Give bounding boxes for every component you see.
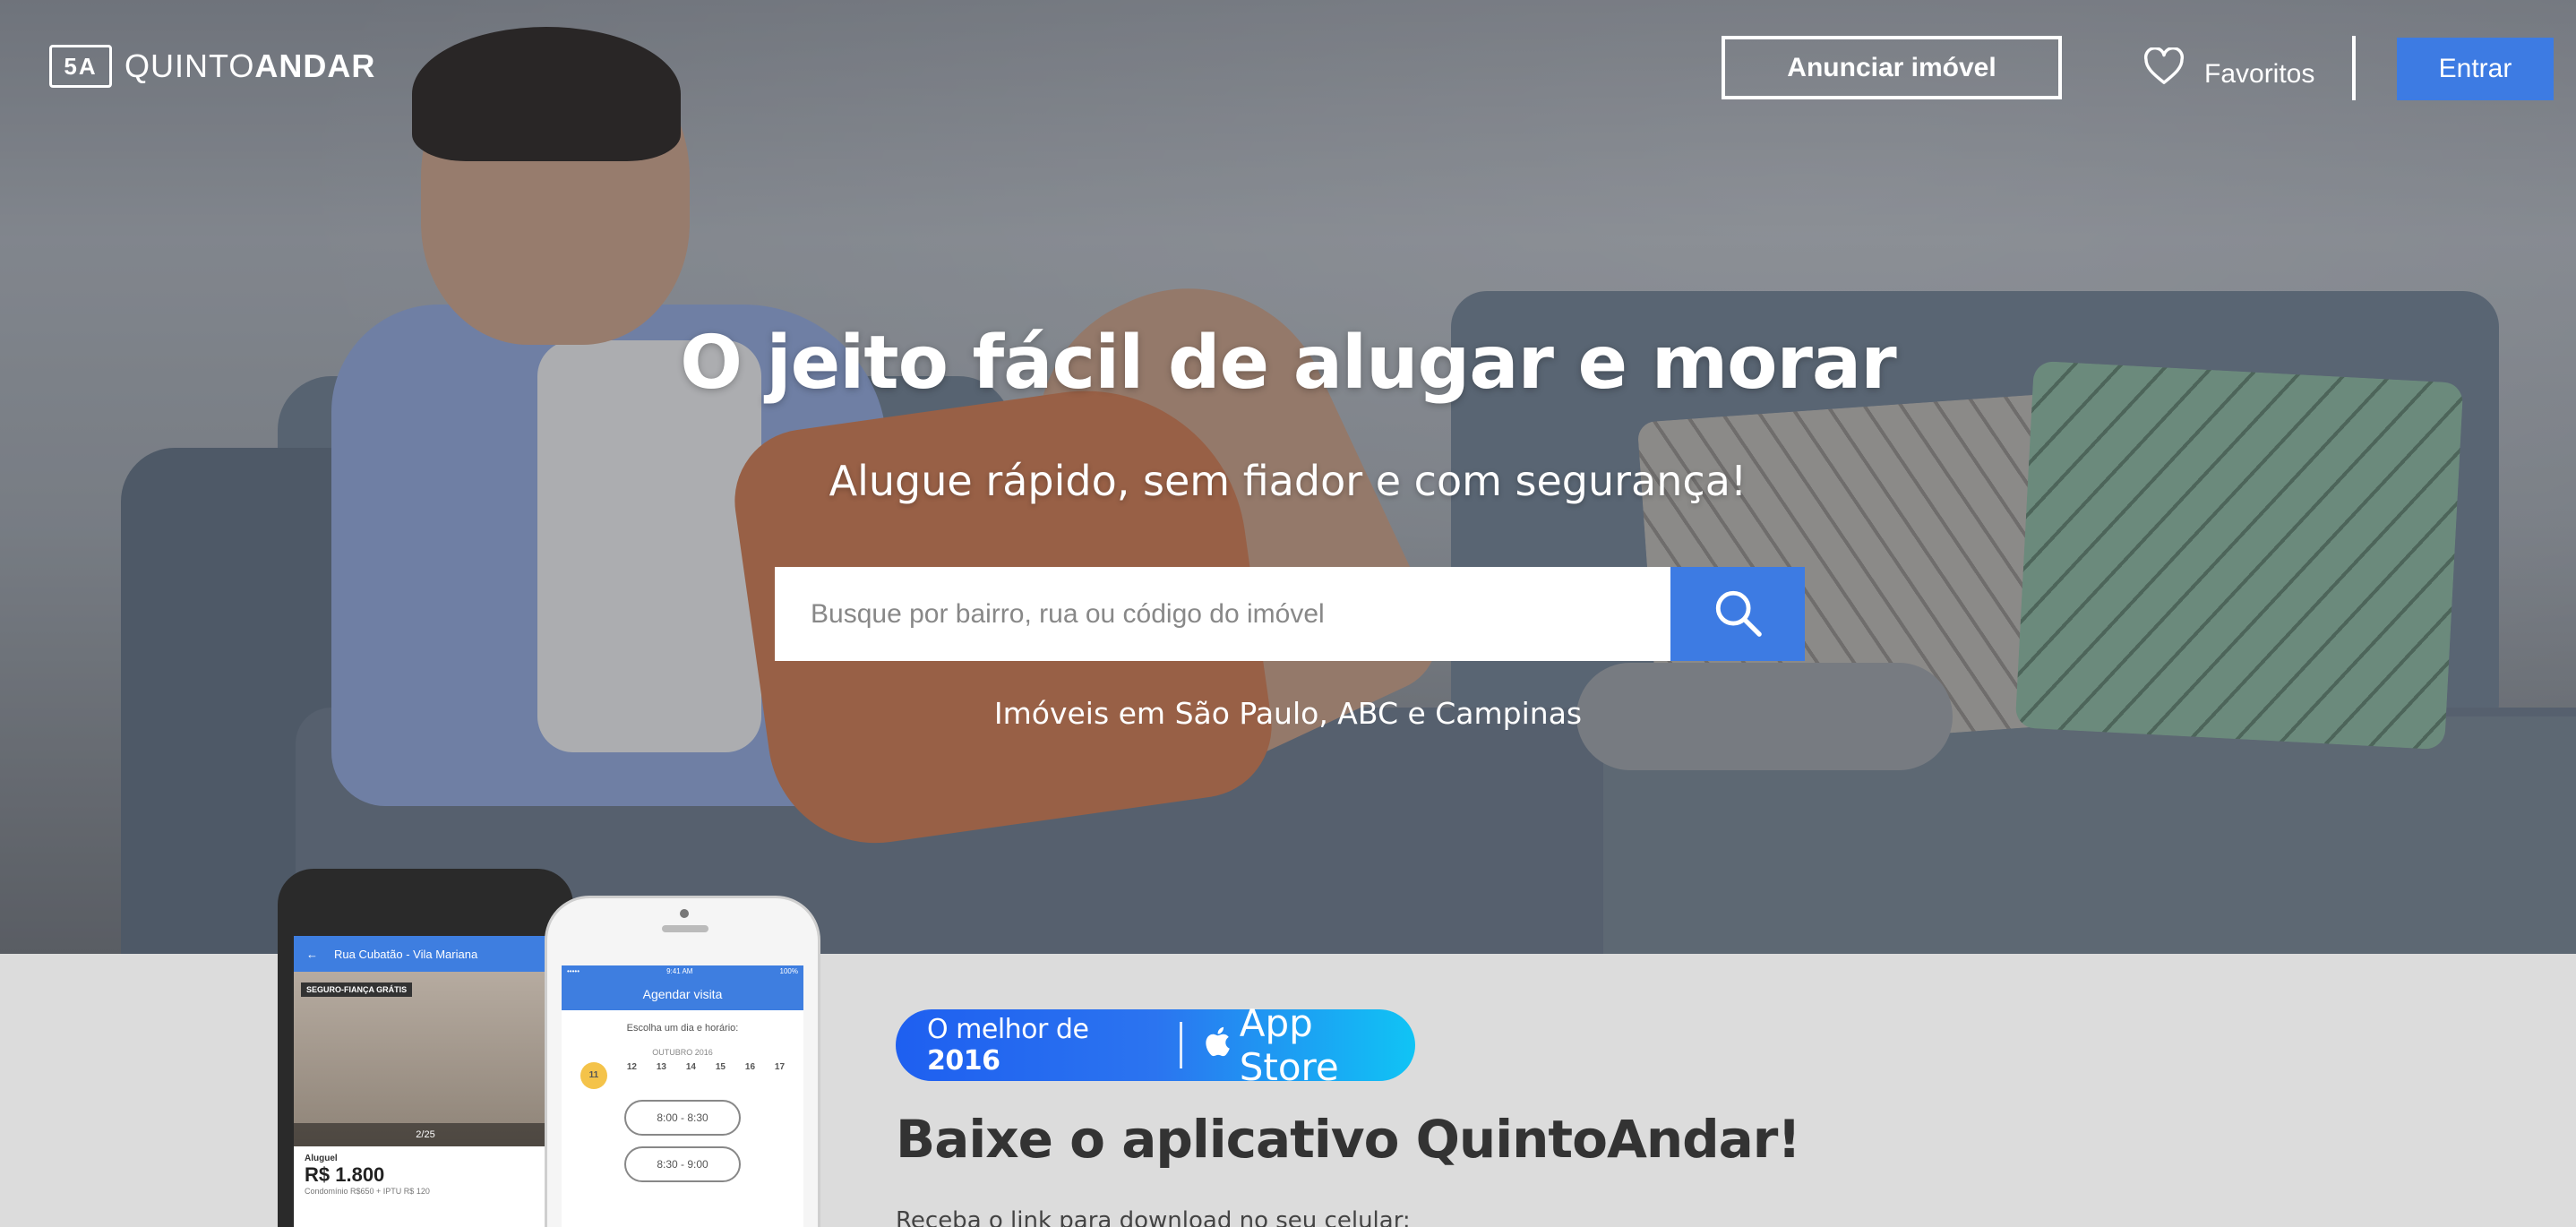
- app-title-bold: aplicativo QuintoAndar!: [1121, 1109, 1801, 1170]
- badge-year: 2016: [927, 1045, 1000, 1077]
- ios-days-row: 11 12 13 14 15 16 17: [562, 1057, 803, 1089]
- ios-time: 9:41 AM: [666, 967, 693, 975]
- badge-store: App Store: [1202, 1001, 1415, 1089]
- badge-divider: [1179, 1022, 1182, 1068]
- photo-pager: 2/25: [294, 1123, 557, 1146]
- ios-day: 12: [626, 1062, 637, 1072]
- logo-wordmark: QUINTOANDAR: [125, 47, 375, 85]
- logo-word-bold: ANDAR: [254, 47, 376, 84]
- hero-subtitle: Alugue rápido, sem fiador e com seguranç…: [829, 457, 1747, 505]
- app-subtitle: Receba o link para download no seu celul…: [896, 1207, 1411, 1227]
- logo-mark: 5A: [49, 45, 112, 88]
- ios-time-slot: 8:00 - 8:30: [624, 1100, 741, 1136]
- entrar-button[interactable]: Entrar: [2397, 38, 2554, 100]
- listing-badge: SEGURO-FIANÇA GRÁTIS: [301, 982, 413, 997]
- apple-icon: [1202, 1024, 1231, 1068]
- appstore-award-badge[interactable]: O melhor de 2016 App Store: [896, 1001, 1415, 1089]
- ios-camera: [680, 909, 689, 918]
- badge-prefix: O melhor de: [927, 1014, 1089, 1045]
- ios-day: 16: [744, 1062, 756, 1072]
- ios-signal: •••••: [567, 967, 580, 975]
- favoritos-label: Favoritos: [2204, 59, 2315, 89]
- hero-cities-text: Imóveis em São Paulo, ABC e Campinas: [993, 696, 1583, 731]
- ios-speaker: [662, 925, 708, 932]
- price-value: R$ 1.800: [305, 1163, 385, 1186]
- favoritos-link[interactable]: Favoritos: [2143, 46, 2315, 90]
- badge-store-label: App Store: [1239, 1001, 1339, 1089]
- ios-day: 13: [656, 1062, 666, 1072]
- heart-icon: [2143, 46, 2185, 90]
- fees-text: Condomínio R$650 + IPTU R$ 120: [305, 1187, 430, 1196]
- badge-award-text: O melhor de 2016: [896, 1014, 1160, 1077]
- ios-day: 17: [774, 1062, 786, 1072]
- ios-screen: ••••• 9:41 AM 100% Agendar visita Escolh…: [562, 965, 803, 1227]
- logo-word-light: QUINTO: [125, 47, 255, 84]
- ios-day-selected: 11: [580, 1062, 607, 1089]
- ios-prompt: Escolha um dia e horário:: [626, 1023, 739, 1034]
- android-bar-title: Rua Cubatão - Vila Mariana: [334, 947, 478, 961]
- android-screen: ← Rua Cubatão - Vila Mariana SEGURO-FIAN…: [294, 936, 557, 1227]
- android-appbar: ← Rua Cubatão - Vila Mariana: [294, 936, 557, 972]
- price-label: Aluguel: [305, 1154, 338, 1163]
- hero-title: O jeito fácil de alugar e morar: [680, 321, 1896, 406]
- android-phone-mockup: ← Rua Cubatão - Vila Mariana SEGURO-FIAN…: [278, 869, 573, 1227]
- ios-phone-mockup: ••••• 9:41 AM 100% Agendar visita Escolh…: [545, 896, 820, 1227]
- back-arrow-icon: ←: [306, 947, 318, 961]
- app-title: Baixe o aplicativo QuintoAndar!: [896, 1109, 1801, 1170]
- ios-month: OUTUBRO 2016: [652, 1048, 713, 1057]
- listing-info: Aluguel R$ 1.800 Condomínio R$650 + IPTU…: [294, 1146, 557, 1203]
- search-bar: [775, 567, 1805, 661]
- ios-appbar: Agendar visita: [562, 978, 803, 1010]
- ios-day: 15: [715, 1062, 726, 1072]
- anunciar-imovel-button[interactable]: Anunciar imóvel: [1722, 36, 2062, 99]
- search-icon: [1712, 587, 1764, 641]
- search-input[interactable]: [775, 567, 1670, 661]
- search-button[interactable]: [1670, 567, 1805, 661]
- ios-status-bar: ••••• 9:41 AM 100%: [562, 965, 803, 978]
- ios-time-slot: 8:30 - 9:00: [624, 1146, 741, 1182]
- header-divider: [2352, 36, 2356, 100]
- ios-day: 14: [685, 1062, 696, 1072]
- ios-battery: 100%: [779, 967, 798, 975]
- app-title-light: Baixe o: [896, 1109, 1122, 1170]
- brand-logo[interactable]: 5A QUINTOANDAR: [49, 45, 375, 88]
- listing-photo: SEGURO-FIANÇA GRÁTIS 2/25: [294, 972, 557, 1146]
